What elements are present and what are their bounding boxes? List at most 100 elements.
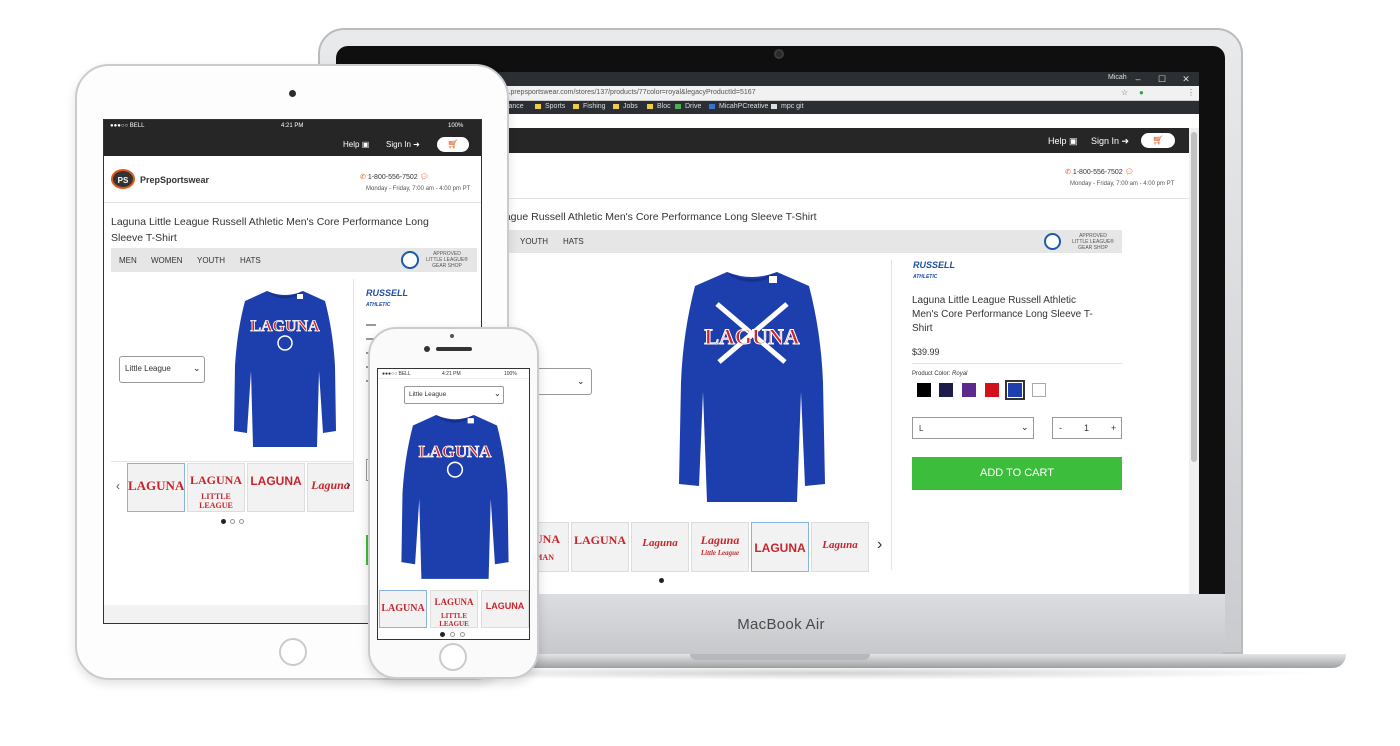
bookmark-sports[interactable]: Sports [535,103,565,110]
help-link[interactable]: Help ▣ [343,140,369,149]
product-image-shirt[interactable]: LAGUNA [400,415,510,581]
star-icon[interactable]: ☆ [1121,88,1128,97]
cart-button[interactable]: 🛒︎ [1141,133,1175,148]
bookmark-mpc-git[interactable]: mpc git [771,103,804,110]
qty-value[interactable]: 1 [1084,423,1089,433]
nav-item-women[interactable]: WOMEN [151,256,183,265]
qty-minus-button[interactable]: - [1059,423,1062,433]
style-select[interactable]: Little League ⌄ [119,356,205,383]
bookmarks-bar: elance Sports Fishing Jobs Bloc Drive Mi… [499,101,1199,114]
add-to-cart-button[interactable]: ADD TO CART [912,457,1122,490]
thumbnail[interactable]: Laguna Little League [691,522,749,572]
swatch-purple[interactable] [962,383,976,397]
carousel-dot[interactable] [460,632,465,637]
swatch-red[interactable] [985,383,999,397]
tablet-camera [289,90,296,97]
prep-sportswear-logo-icon[interactable]: PS [111,169,135,189]
window-user: Micah [1108,74,1127,81]
header-divider [499,198,1189,199]
thumbnail-selected[interactable]: LAGUNA [751,522,809,572]
nav-item-youth[interactable]: YOUTH [197,256,225,265]
bookmark-micahpcreative[interactable]: MicahPCreative [709,103,768,110]
bookmark-fishing[interactable]: Fishing [573,103,606,110]
status-battery: 100% [504,371,517,377]
thumbnail[interactable]: LAGUNA [481,590,529,628]
carousel-dot[interactable] [230,519,235,524]
product-title: Laguna Little League Russell Athletic Men… [912,295,1093,334]
page-title: eague Russell Athletic Men's Core Perfor… [499,211,817,223]
header-divider [104,202,481,203]
carousel-dot[interactable] [239,519,244,524]
size-value: L [919,424,924,433]
menu-icon[interactable]: ⋮ [1187,88,1195,97]
category-nav: YOUTH HATS APPROVED LITTLE LEAGUE® GEAR SH… [499,230,1122,253]
sign-in-link[interactable]: Sign In ➜ [1091,136,1129,147]
carousel-dot-active[interactable] [221,519,226,524]
thumbnail[interactable]: Laguna [811,522,869,572]
page-title: Laguna Little League Russell Athletic Me… [111,216,429,244]
qty-plus-button[interactable]: + [1111,423,1116,433]
shirt-print-text: LAGUNA [419,442,492,461]
category-nav: MEN WOMEN YOUTH HATS APPROVED LITTLE LEAG… [111,248,477,272]
bookmark-bloc[interactable]: Bloc [647,103,671,110]
thumbnail[interactable]: LAGUNA LITTLE LEAGUE [187,463,245,512]
product-image-shirt[interactable]: LAGUNA [677,272,827,508]
bookmark-drive[interactable]: Drive [675,103,701,110]
style-select[interactable]: Little League ⌄ [404,386,504,404]
product-image-shirt[interactable]: LAGUNA [233,291,337,449]
chevron-down-icon: ⌄ [193,363,201,373]
thumbnail[interactable]: Laguna [631,522,689,572]
size-select[interactable]: L ⌄ [912,417,1034,439]
bookmark-jobs[interactable]: Jobs [613,103,638,110]
device-mockup-stage: MacBook Air Micah – ☐ ✕ s.prepsportswear… [0,0,1400,746]
quantity-stepper[interactable]: - 1 + [1052,417,1122,439]
chat-icon[interactable]: 💬︎ [420,174,429,181]
swatch-royal-selected[interactable] [1005,380,1025,400]
maximize-button[interactable]: ☐ [1150,72,1174,86]
cart-button[interactable]: 🛒︎ [437,137,469,152]
chevron-down-icon: ⌄ [577,376,585,386]
thumbnail[interactable]: LAGUNA LITTLE LEAGUE [430,590,478,628]
phone-home-button[interactable] [439,643,467,671]
scrollbar-thumb[interactable] [1191,132,1197,462]
prep-sportswear-logo-text[interactable]: PrepSportswear [140,175,209,185]
shirt-body [679,272,825,502]
contact-phone[interactable]: ✆ 1-800-556-7502 💬︎ [360,173,429,181]
nav-item-hats[interactable]: HATS [563,237,584,246]
minimize-button[interactable]: – [1126,72,1150,86]
chat-icon[interactable]: 💬︎ [1125,169,1134,176]
laptop-notch [690,654,870,660]
carousel-dot[interactable] [450,632,455,637]
close-button[interactable]: ✕ [1174,72,1198,86]
thumbnail[interactable]: LAGUNA [247,463,305,512]
tablet-home-button[interactable] [279,638,307,666]
nav-item-youth[interactable]: YOUTH [520,237,548,246]
nav-item-hats[interactable]: HATS [240,256,261,265]
swatch-navy[interactable] [939,383,953,397]
thumbnail-strip: LAGUNABASEMAN LAGUNA Laguna LagunaLittle… [499,522,892,573]
folder-icon [647,103,653,109]
contact-phone[interactable]: ✆ 1-800-556-7502 💬︎ [1065,168,1134,176]
swatch-white[interactable] [1032,383,1046,397]
thumbnail[interactable]: LAGUNA [571,522,629,572]
carousel-dot-active[interactable] [440,632,445,637]
product-price: $39.99 [912,347,940,357]
prev-arrow-icon[interactable]: ‹ [116,479,120,493]
swatch-black[interactable] [917,383,931,397]
site-top-bar: Help ▣ Sign In ➜ 🛒︎ [499,128,1189,153]
address-text[interactable]: s.prepsportswear.com/stores/137/products… [505,89,756,96]
thumbnail-selected[interactable]: LAGUNA [127,463,185,512]
color-label: Product Color: Royal [912,371,968,377]
nav-item-men[interactable]: MEN [119,256,137,265]
help-link[interactable]: Help ▣ [1048,136,1078,147]
next-arrow-icon[interactable]: › [346,476,351,492]
address-bar[interactable]: s.prepsportswear.com/stores/137/products… [499,86,1199,101]
sign-in-link[interactable]: Sign In ➜ [386,140,420,149]
next-arrow-icon[interactable]: › [877,536,882,554]
extension-icon[interactable]: ● [1139,88,1144,97]
carousel-dot-active[interactable] [659,578,664,583]
thumbnail-selected[interactable]: LAGUNA [379,590,427,628]
folder-icon [613,103,619,109]
approved-badge: APPROVED LITTLE LEAGUE® GEAR SHOP [1072,233,1114,251]
cart-icon: 🛒︎ [447,139,459,149]
